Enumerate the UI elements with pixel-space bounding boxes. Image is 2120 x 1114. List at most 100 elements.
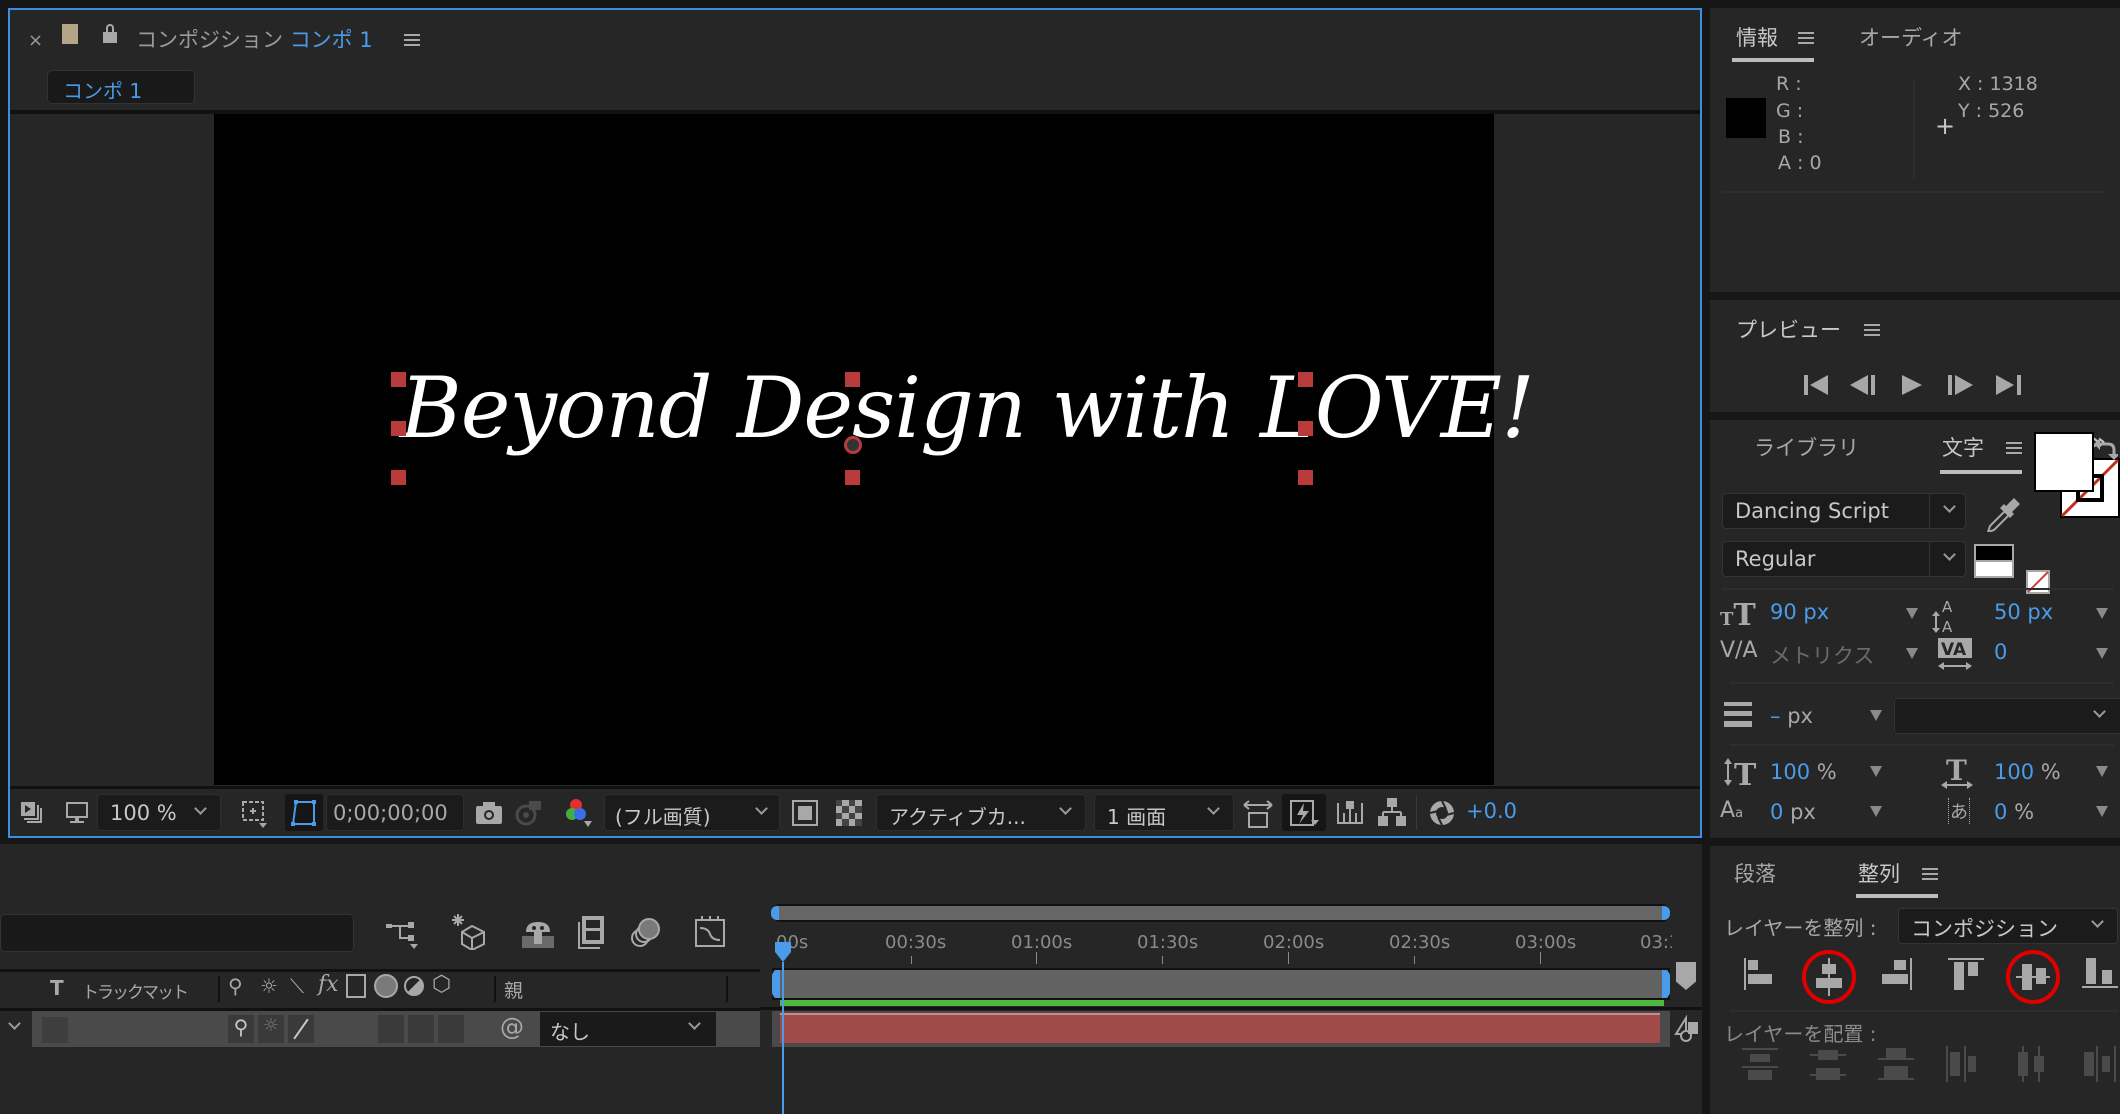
bbox-handle-bl[interactable]: [391, 470, 406, 485]
frame-blending-icon[interactable]: [576, 916, 606, 950]
timeline-icon[interactable]: [1336, 799, 1364, 825]
layer-adjustment-switch[interactable]: [408, 1015, 434, 1043]
close-panel-button[interactable]: ×: [28, 30, 43, 51]
leading-value[interactable]: 50 px: [1994, 600, 2053, 624]
font-family-select[interactable]: Dancing Script: [1722, 493, 1966, 529]
monitor-icon[interactable]: [65, 801, 89, 825]
panel-menu-icon[interactable]: [1864, 323, 1880, 337]
shy-layers-icon[interactable]: [522, 920, 554, 948]
baseline-shift-dropdown[interactable]: [1870, 806, 1882, 817]
adjustment-column-icon[interactable]: [404, 976, 424, 996]
layer-duration-bar[interactable]: [772, 1011, 1670, 1047]
layer-label-color[interactable]: [42, 1017, 68, 1043]
views-select[interactable]: 1 画面: [1094, 794, 1234, 831]
comp-mini-flowchart-icon[interactable]: [386, 918, 422, 950]
draft-3d-icon[interactable]: [450, 914, 486, 950]
stroke-width-value[interactable]: – px: [1770, 704, 1813, 728]
vertical-scale-value[interactable]: 100 %: [1770, 760, 1837, 784]
baseline-shift-value[interactable]: 0 px: [1770, 800, 1816, 824]
horizontal-scale-dropdown[interactable]: [2096, 766, 2108, 777]
collapse-column-icon[interactable]: ☼: [260, 974, 278, 998]
layer-bar-fill[interactable]: [780, 1013, 1660, 1043]
leading-dropdown[interactable]: [2096, 608, 2108, 619]
distribute-horizontal-center-button[interactable]: [2014, 1046, 2050, 1084]
bbox-handle-tl[interactable]: [391, 372, 406, 387]
frame-blend-column-icon[interactable]: [346, 974, 366, 998]
eyedropper-icon[interactable]: [1984, 496, 2020, 532]
distribute-right-button[interactable]: [2082, 1046, 2118, 1084]
panel-menu-icon[interactable]: [404, 33, 420, 47]
canvas-text-layer[interactable]: Beyond Design with LOVE!: [400, 359, 1535, 457]
parent-select[interactable]: なし: [540, 1012, 716, 1046]
distribute-left-button[interactable]: [1944, 1046, 1980, 1084]
quality-column-icon[interactable]: ⟍: [290, 974, 304, 998]
composition-canvas[interactable]: Beyond Design with LOVE!: [214, 114, 1535, 785]
tsume-value[interactable]: 0 %: [1994, 800, 2034, 824]
layer-3d-switch[interactable]: [438, 1015, 464, 1043]
layer-motion-blur-switch[interactable]: [378, 1015, 404, 1043]
align-bottom-button[interactable]: [2080, 954, 2120, 990]
panel-menu-icon[interactable]: [1922, 867, 1938, 881]
timecode-display[interactable]: 0;00;00;00: [326, 794, 464, 831]
bbox-handle-mr[interactable]: [1298, 421, 1313, 436]
always-preview-icon[interactable]: [20, 801, 46, 825]
first-frame-button[interactable]: [1804, 375, 1830, 395]
align-horizontal-center-button[interactable]: [1802, 950, 1856, 1004]
graph-editor-icon[interactable]: [694, 914, 726, 948]
shy-column-icon[interactable]: ⚲: [228, 974, 243, 998]
snapshot-camera-icon[interactable]: [475, 801, 503, 825]
expand-layer-toggle[interactable]: [0, 1011, 32, 1047]
channel-rgb-icon[interactable]: [566, 797, 594, 829]
anchor-point-icon[interactable]: [844, 436, 862, 454]
resolution-select[interactable]: (フル画質): [604, 794, 780, 831]
align-right-button[interactable]: [1880, 954, 1916, 990]
distribute-bottom-button[interactable]: [1876, 1048, 1916, 1084]
zoom-select[interactable]: 100 %: [97, 794, 221, 831]
kerning-value[interactable]: メトリクス: [1770, 640, 1874, 670]
column-track-matte[interactable]: トラックマット: [82, 978, 189, 1003]
bbox-handle-tc[interactable]: [845, 372, 860, 387]
align-top-button[interactable]: [1946, 954, 1984, 990]
align-target-select[interactable]: コンポジション: [1898, 908, 2118, 944]
align-left-button[interactable]: [1732, 954, 1772, 990]
transparency-grid-icon[interactable]: [836, 800, 862, 826]
tab-align[interactable]: 整列: [1858, 858, 1900, 888]
layer-collapse-switch[interactable]: ☼: [258, 1015, 284, 1043]
layer-quality-switch[interactable]: [288, 1015, 314, 1043]
comp-marker-bin-icon[interactable]: [1676, 962, 1696, 990]
next-frame-button[interactable]: [1948, 375, 1974, 395]
tab-character[interactable]: 文字: [1942, 432, 1984, 462]
panel-menu-icon[interactable]: [2006, 441, 2022, 455]
mask-path-toggle[interactable]: [285, 794, 323, 831]
fast-preview-button[interactable]: [1282, 794, 1326, 831]
time-ruler[interactable]: 00s 00:30s 01:00s 01:30s 02:00s 02:30s 0…: [772, 928, 1672, 966]
stroke-width-dropdown[interactable]: [1870, 710, 1882, 721]
font-size-value[interactable]: 90 px: [1770, 600, 1829, 624]
font-style-select[interactable]: Regular: [1722, 541, 1966, 577]
tracking-value[interactable]: 0: [1994, 640, 2007, 664]
layer-search-input[interactable]: [0, 914, 354, 952]
font-size-dropdown[interactable]: [1906, 608, 1918, 619]
bbox-handle-br[interactable]: [1298, 470, 1313, 485]
kerning-dropdown[interactable]: [1906, 648, 1918, 659]
previous-frame-button[interactable]: [1850, 375, 1876, 395]
last-frame-button[interactable]: [1996, 375, 2022, 395]
horizontal-scale-value[interactable]: 100 %: [1994, 760, 2061, 784]
vertical-scale-dropdown[interactable]: [1870, 766, 1882, 777]
swap-colors-icon[interactable]: [2094, 438, 2118, 460]
distribute-top-button[interactable]: [1740, 1048, 1780, 1084]
panel-menu-icon[interactable]: [1798, 31, 1814, 45]
work-area-start-handle[interactable]: [772, 970, 780, 998]
no-fill-icon[interactable]: [2026, 570, 2050, 594]
tab-audio[interactable]: オーディオ: [1859, 22, 1963, 52]
align-vertical-center-button[interactable]: [2006, 950, 2060, 1004]
tsume-dropdown[interactable]: [2096, 806, 2108, 817]
tab-paragraph[interactable]: 段落: [1734, 858, 1776, 888]
camera-select[interactable]: アクティブカ...: [876, 794, 1086, 831]
grid-guides-icon[interactable]: [240, 799, 270, 829]
lock-icon[interactable]: [103, 24, 117, 44]
region-of-interest-icon[interactable]: [792, 800, 818, 826]
navigator-start-handle[interactable]: [771, 906, 779, 920]
work-area-end-handle[interactable]: [1662, 970, 1670, 998]
toggle-pixel-aspect-icon[interactable]: [1242, 799, 1274, 829]
